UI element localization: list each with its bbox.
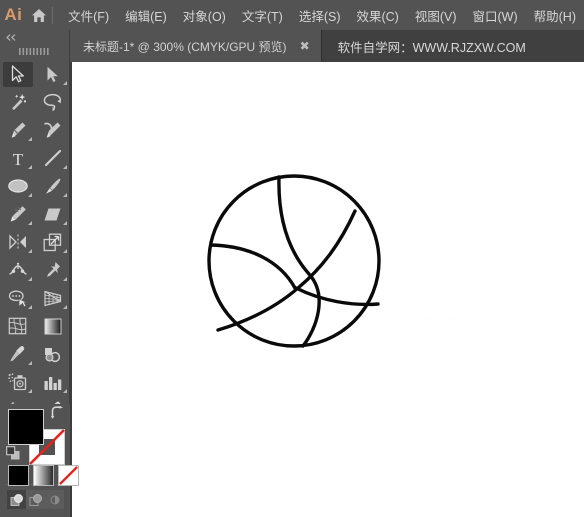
tool-reflect[interactable] bbox=[0, 228, 35, 256]
color-controls bbox=[0, 404, 79, 517]
menu-object[interactable]: 对象(O) bbox=[175, 0, 234, 30]
arrow-cursor-icon bbox=[2, 61, 33, 87]
none-fill-button[interactable] bbox=[58, 465, 79, 486]
tool-free-transform[interactable] bbox=[35, 256, 70, 284]
tool-expand-corner bbox=[63, 81, 67, 85]
menu-bar: Ai 文件(F) 编辑(E) 对象(O) 文字(T) 选择(S) 效果(C) 视… bbox=[0, 0, 584, 30]
app-logo-icon: Ai bbox=[4, 5, 23, 24]
document-tab-bar: 未标题-1* @ 300% (CMYK/GPU 预览) ✖ 软件自学网：WWW.… bbox=[70, 30, 584, 62]
tool-symbol-sprayer[interactable] bbox=[0, 368, 35, 396]
tool-expand-corner bbox=[63, 221, 67, 225]
tool-expand-corner bbox=[28, 305, 32, 309]
menu-type[interactable]: 文字(T) bbox=[234, 0, 291, 30]
draw-inside-button[interactable] bbox=[45, 490, 64, 509]
menu-window[interactable]: 窗口(W) bbox=[465, 0, 526, 30]
tool-selection[interactable] bbox=[0, 60, 35, 88]
illustrator-window: Ai 文件(F) 编辑(E) 对象(O) 文字(T) 选择(S) 效果(C) 视… bbox=[0, 0, 584, 517]
tool-ellipse[interactable] bbox=[0, 172, 35, 200]
tool-expand-corner bbox=[28, 137, 32, 141]
tool-lasso[interactable] bbox=[35, 88, 70, 116]
menu-divider bbox=[52, 6, 54, 24]
tool-scale[interactable] bbox=[35, 228, 70, 256]
tool-expand-corner bbox=[63, 389, 67, 393]
tools-grid: T bbox=[0, 58, 70, 452]
tool-type[interactable]: T bbox=[0, 144, 35, 172]
watermark-text: 软件自学网：WWW.RJZXW.COM bbox=[337, 40, 526, 55]
tool-expand-corner bbox=[28, 249, 32, 253]
svg-text:T: T bbox=[12, 150, 23, 167]
draw-mode-buttons bbox=[7, 490, 64, 509]
tool-expand-corner bbox=[28, 221, 32, 225]
canvas-faint-watermark: ··· ·· ·· bbox=[420, 314, 455, 324]
gradient-fill-button[interactable] bbox=[33, 465, 54, 486]
blend-icon bbox=[38, 342, 68, 367]
tool-expand-corner bbox=[28, 193, 32, 197]
canvas-area[interactable]: ··· ·· ·· bbox=[70, 62, 584, 517]
tool-expand-corner bbox=[28, 277, 32, 281]
default-swatches-icon[interactable] bbox=[6, 446, 21, 466]
tool-expand-corner bbox=[63, 165, 67, 169]
mesh-icon bbox=[3, 314, 33, 339]
tool-expand-corner bbox=[28, 361, 32, 365]
tool-eraser[interactable] bbox=[35, 200, 70, 228]
tool-pen[interactable] bbox=[0, 116, 35, 144]
menu-effect[interactable]: 效果(C) bbox=[348, 0, 406, 30]
curvature-icon bbox=[38, 118, 68, 143]
fill-swatch[interactable] bbox=[8, 409, 44, 445]
tool-expand-corner bbox=[28, 389, 32, 393]
tool-expand-corner bbox=[63, 277, 67, 281]
tool-eyedropper[interactable] bbox=[0, 340, 35, 368]
draw-behind-button[interactable] bbox=[26, 490, 45, 509]
panel-gripper[interactable] bbox=[0, 44, 70, 58]
draw-normal-button[interactable] bbox=[7, 490, 26, 509]
fill-mode-buttons bbox=[8, 465, 79, 486]
home-icon[interactable] bbox=[27, 0, 51, 30]
tool-column-graph[interactable] bbox=[35, 368, 70, 396]
tool-expand-corner bbox=[63, 249, 67, 253]
tool-perspective-grid[interactable] bbox=[35, 284, 70, 312]
gradient-icon bbox=[38, 314, 68, 339]
menu-edit[interactable]: 编辑(E) bbox=[117, 0, 175, 30]
menu-view[interactable]: 视图(V) bbox=[407, 0, 465, 30]
color-fill-button[interactable] bbox=[8, 465, 29, 486]
tool-blend[interactable] bbox=[35, 340, 70, 368]
swap-arrow-icon[interactable] bbox=[50, 406, 64, 424]
tool-expand-corner bbox=[28, 165, 32, 169]
tool-line-segment[interactable] bbox=[35, 144, 70, 172]
lasso-icon bbox=[38, 90, 68, 115]
menu-help[interactable]: 帮助(H) bbox=[526, 0, 584, 30]
basketball-sketch-artwork[interactable] bbox=[72, 62, 584, 517]
menu-select[interactable]: 选择(S) bbox=[291, 0, 349, 30]
tool-gradient[interactable] bbox=[35, 312, 70, 340]
fill-stroke-swatches bbox=[6, 406, 65, 466]
document-tab[interactable]: 未标题-1* @ 300% (CMYK/GPU 预览) ✖ bbox=[70, 30, 322, 62]
magic-wand-icon bbox=[3, 90, 33, 115]
collapse-panel-icon[interactable] bbox=[0, 30, 70, 44]
tool-curvature[interactable] bbox=[35, 116, 70, 144]
tool-magic-wand[interactable] bbox=[0, 88, 35, 116]
tool-width[interactable] bbox=[0, 256, 35, 284]
tool-expand-corner bbox=[63, 305, 67, 309]
tool-expand-corner bbox=[63, 193, 67, 197]
close-icon[interactable]: ✖ bbox=[287, 40, 321, 52]
menu-file[interactable]: 文件(F) bbox=[60, 0, 117, 30]
tool-mesh[interactable] bbox=[0, 312, 35, 340]
watermark-banner: 软件自学网：WWW.RJZXW.COM bbox=[322, 30, 526, 62]
tool-direct-selection[interactable] bbox=[35, 60, 70, 88]
tool-shape-builder[interactable] bbox=[0, 284, 35, 312]
tool-shaper[interactable] bbox=[0, 200, 35, 228]
document-tab-label: 未标题-1* @ 300% (CMYK/GPU 预览) bbox=[83, 39, 287, 54]
artboard[interactable]: ··· ·· ·· bbox=[72, 62, 584, 517]
tool-paintbrush[interactable] bbox=[35, 172, 70, 200]
